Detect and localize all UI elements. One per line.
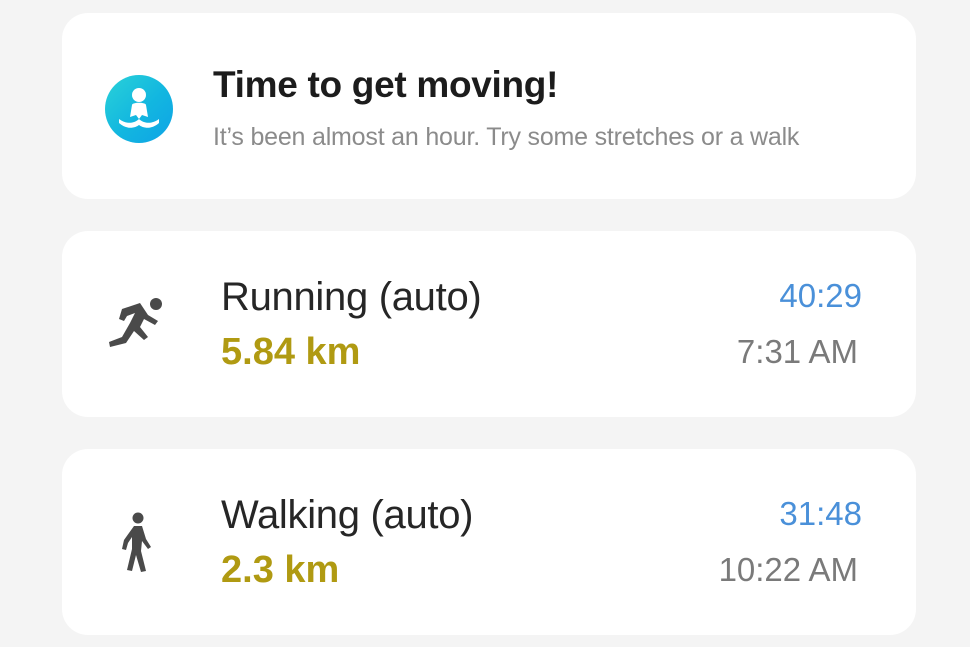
activity-distance: 5.84 km [221, 331, 361, 373]
activity-start-time: 10:22 AM [718, 551, 858, 588]
activity-item-walking[interactable]: Walking (auto) 2.3 km 31:48 10:22 AM [62, 449, 916, 635]
reminder-subtitle: It’s been almost an hour. Try some stret… [213, 123, 800, 151]
activity-start-time: 7:31 AM [736, 333, 858, 370]
activity-duration: 31:48 [779, 495, 862, 532]
activity-name: Running (auto) [221, 275, 482, 319]
reminder-title: Time to get moving! [213, 64, 559, 105]
walking-icon [104, 507, 176, 579]
move-reminder-card[interactable]: Time to get moving! It’s been almost an … [62, 13, 916, 199]
activity-name: Walking (auto) [221, 493, 474, 537]
stretching-person-icon [105, 75, 173, 143]
activity-duration: 40:29 [779, 277, 862, 314]
running-icon [104, 289, 176, 361]
activity-distance: 2.3 km [221, 549, 340, 591]
activity-item-running[interactable]: Running (auto) 5.84 km 40:29 7:31 AM [62, 231, 916, 417]
